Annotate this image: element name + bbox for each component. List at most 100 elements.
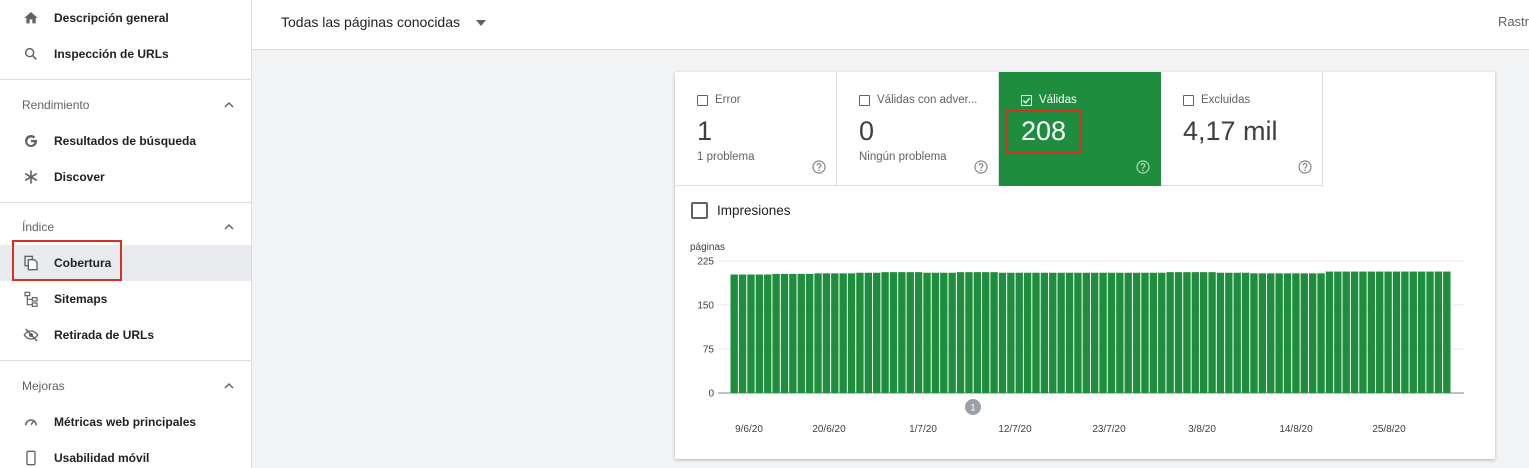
sidebar-item-discover[interactable]: Discover: [0, 159, 251, 195]
tile-label: Válidas con adver...: [877, 94, 978, 106]
impressions-label: Impresiones: [717, 203, 791, 218]
chart-bar: [1049, 272, 1057, 393]
tile-checkbox[interactable]: [697, 95, 708, 106]
y-tick-label: 75: [703, 345, 715, 356]
x-tick-label: 9/6/20: [735, 424, 763, 435]
chart-bar: [998, 272, 1007, 393]
section-title: Rendimiento: [22, 98, 90, 112]
coverage-card: Error 1 1 problema Válidas con adver... …: [675, 72, 1495, 459]
tile-value: 4,17 mil: [1183, 116, 1278, 146]
chart-bar: [764, 274, 772, 393]
chart-bar: [1116, 272, 1124, 393]
top-bar: Todas las páginas conocidas Rastr: [252, 0, 1529, 50]
chart-bar: [940, 272, 948, 393]
sidebar-item-label: Retirada de URLs: [54, 328, 155, 342]
chart-bar: [1250, 273, 1258, 393]
help-icon[interactable]: [812, 160, 826, 174]
chart-bar: [864, 272, 873, 393]
chart-bar: [1225, 272, 1233, 393]
section-performance[interactable]: Rendimiento: [0, 90, 251, 120]
chart-bar: [1350, 271, 1359, 393]
y-tick-label: 150: [697, 301, 714, 312]
chart-bar: [965, 272, 973, 393]
sidebar-item-label: Descripción general: [54, 11, 169, 25]
chart-bar: [889, 272, 898, 393]
google-g-icon: [22, 132, 40, 150]
chart-bar: [1426, 271, 1434, 393]
highlight-box-valid-count: [1006, 110, 1082, 154]
chart-bar: [1417, 271, 1426, 393]
home-icon: [22, 9, 40, 27]
chart-bar: [881, 272, 889, 393]
chart-bar: [873, 272, 881, 393]
chart-bar: [1015, 272, 1023, 393]
chart-bar: [847, 273, 856, 393]
sidebar-nav: Descripción general Inspección de URLs R…: [0, 0, 252, 468]
chart-bar: [831, 273, 839, 393]
chart-bar: [914, 272, 923, 393]
sidebar-item-core-web-vitals[interactable]: Métricas web principales: [0, 404, 251, 440]
chart-bar: [1409, 271, 1417, 393]
tile-checkbox[interactable]: [1183, 95, 1194, 106]
chart-bar: [1216, 272, 1225, 393]
chart-bar: [805, 273, 814, 393]
chart-bar: [1091, 272, 1099, 393]
sidebar-item-label: Inspección de URLs: [54, 47, 169, 61]
x-tick-label: 23/7/20: [1092, 424, 1126, 435]
tile-excluded[interactable]: Excluidas 4,17 mil: [1161, 72, 1323, 186]
chart-bar: [1233, 272, 1241, 393]
sidebar-item-mobile-usability[interactable]: Usabilidad móvil: [0, 440, 251, 468]
divider: [0, 79, 251, 80]
tile-value: 0: [859, 116, 875, 146]
dropdown-caret-icon[interactable]: [476, 20, 486, 26]
help-icon[interactable]: [1136, 160, 1150, 174]
help-icon[interactable]: [1298, 160, 1312, 174]
chart-bar: [730, 274, 738, 393]
chart-bar: [789, 273, 797, 393]
chart-bar: [1317, 273, 1325, 393]
sidebar-item-url-removal[interactable]: Retirada de URLs: [0, 317, 251, 353]
chart-bar: [1141, 272, 1149, 393]
chart-bar: [1443, 271, 1451, 393]
chart-bar: [1065, 272, 1074, 393]
chart-bar: [1401, 271, 1409, 393]
sidebar-item-search-results[interactable]: Resultados de búsqueda: [0, 123, 251, 159]
topbar-right-text[interactable]: Rastr: [1498, 14, 1529, 29]
x-tick-label: 14/8/20: [1279, 424, 1313, 435]
tile-subtext: 1 problema: [697, 151, 755, 163]
chart-bar: [1149, 272, 1158, 393]
section-index[interactable]: Índice: [0, 212, 251, 242]
y-tick-label: 0: [708, 389, 714, 400]
chart-bar: [1174, 272, 1183, 393]
chart-bar: [1032, 272, 1040, 393]
chart-bar: [1166, 272, 1174, 393]
section-enhancements[interactable]: Mejoras: [0, 371, 251, 401]
chart-bar: [755, 274, 764, 393]
sidebar-item-sitemaps[interactable]: Sitemaps: [0, 281, 251, 317]
check-icon: [1022, 97, 1031, 104]
page-filter-label[interactable]: Todas las páginas conocidas: [281, 14, 460, 30]
chart-bar: [1023, 272, 1032, 393]
chart-bar: [906, 272, 914, 393]
chart-bar: [1099, 272, 1107, 393]
tile-checkbox-checked[interactable]: [1021, 95, 1032, 106]
sidebar-item-url-inspection[interactable]: Inspección de URLs: [0, 36, 251, 72]
chart-bar: [738, 274, 747, 393]
sidebar-item-label: Resultados de búsqueda: [54, 134, 197, 148]
tile-subtext: Ningún problema: [859, 151, 947, 163]
tile-valid-with-warnings[interactable]: Válidas con adver... 0 Ningún problema: [837, 72, 999, 186]
tile-error[interactable]: Error 1 1 problema: [675, 72, 837, 186]
chart-bar: [923, 272, 931, 393]
chart-bar: [1199, 272, 1208, 393]
chart-bar: [814, 273, 822, 393]
x-tick-label: 3/8/20: [1188, 424, 1216, 435]
help-icon[interactable]: [974, 160, 988, 174]
chart-bar: [1325, 271, 1334, 393]
chevron-up-icon: [224, 382, 234, 389]
tile-checkbox[interactable]: [859, 95, 870, 106]
sidebar-item-overview[interactable]: Descripción general: [0, 0, 251, 36]
chevron-up-icon: [224, 101, 234, 108]
x-tick-label: 25/8/20: [1372, 424, 1406, 435]
impressions-checkbox[interactable]: [691, 202, 708, 219]
chart-bar: [797, 273, 805, 393]
